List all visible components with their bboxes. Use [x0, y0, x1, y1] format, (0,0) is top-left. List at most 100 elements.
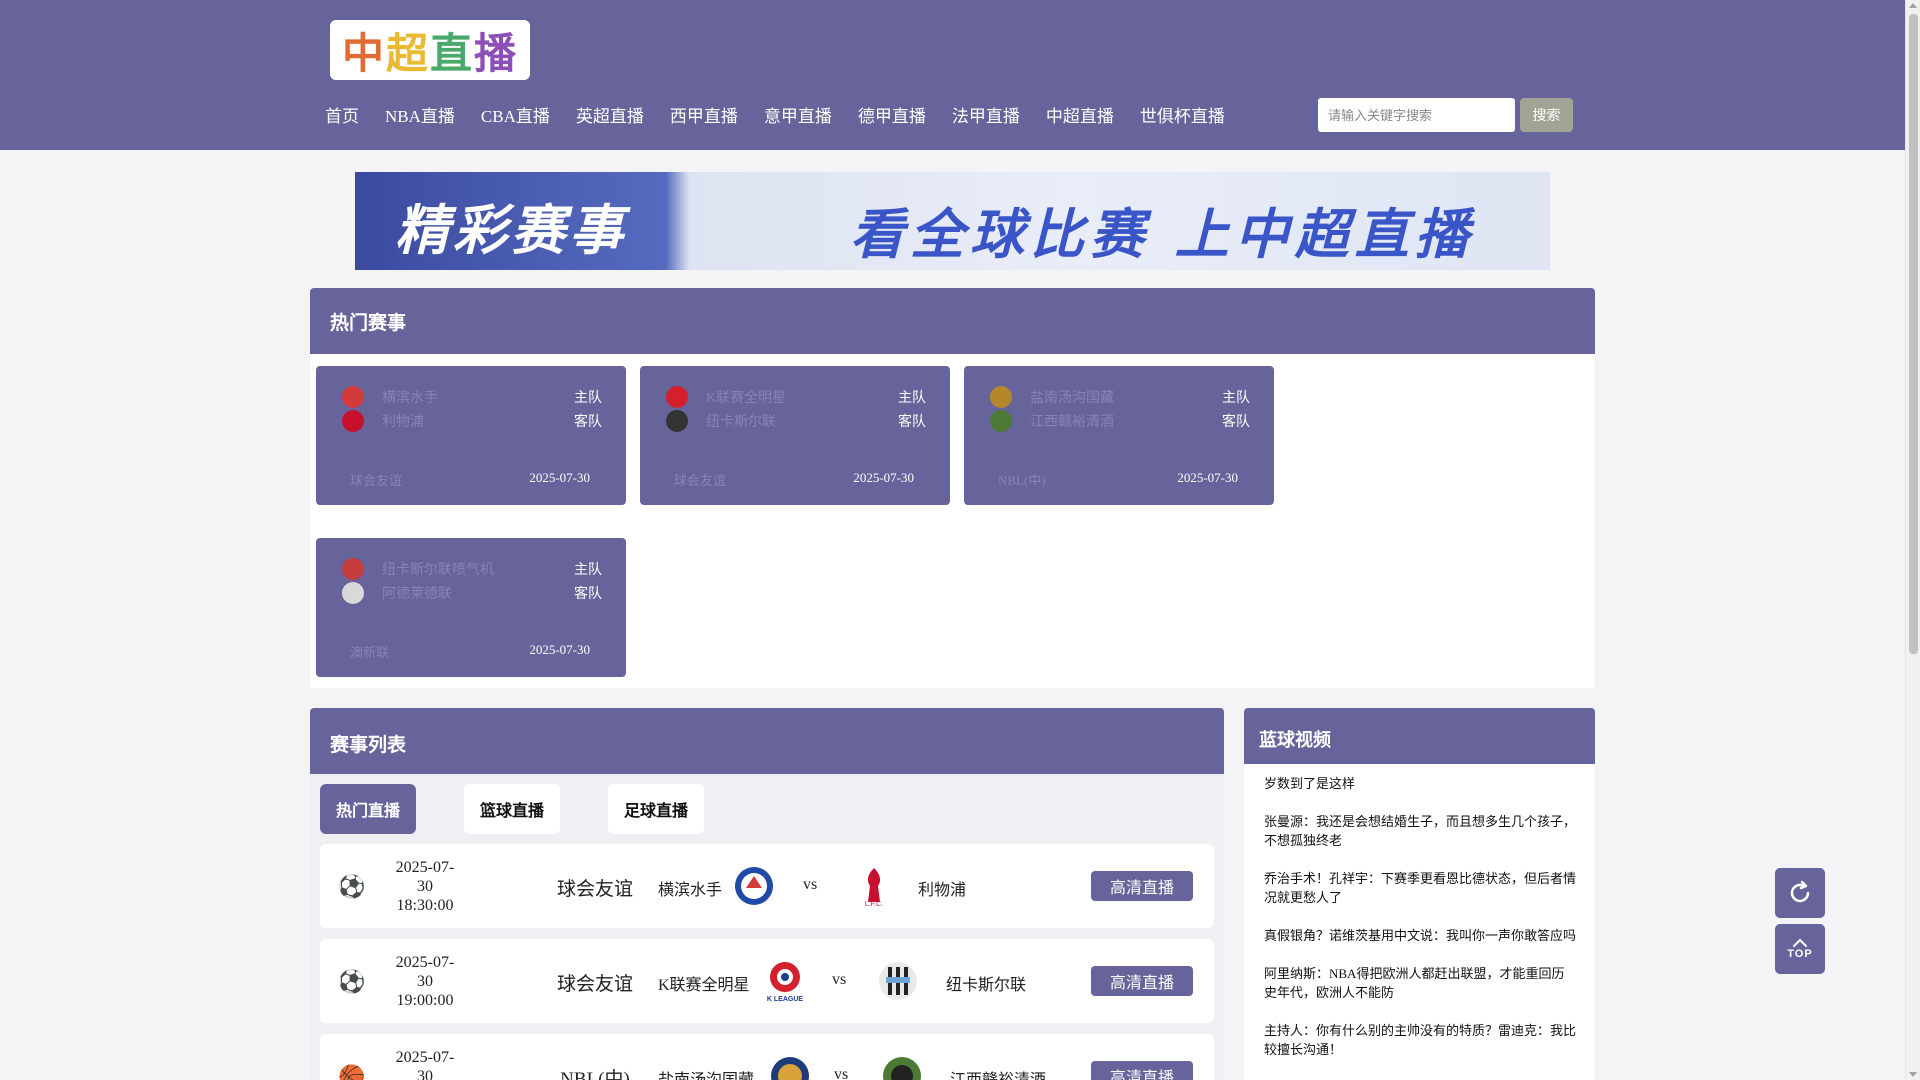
video-link[interactable]: 阿里纳斯：NBA得把欧洲人都赶出联盟，才能重回历史年代，欧洲人不能防 [1264, 964, 1577, 1002]
away-team-row: 利物浦 客队 [342, 410, 602, 432]
tab-basketball-live[interactable]: 篮球直播 [464, 784, 560, 834]
scroll-down-arrow-icon[interactable] [1909, 1072, 1917, 1077]
nav-item-seriea[interactable]: 意甲直播 [751, 104, 845, 130]
video-sidebar-header: 蓝球视频 [1244, 708, 1595, 764]
nav-item-csl[interactable]: 中超直播 [1033, 104, 1127, 130]
back-to-top-button[interactable]: TOP [1775, 924, 1825, 974]
match-day-line: 30 [417, 1068, 433, 1080]
match-date-line: 2025-07- [395, 954, 455, 971]
away-role-label: 客队 [898, 415, 926, 430]
nav-item-clubwc[interactable]: 世俱杯直播 [1127, 104, 1238, 130]
search-button[interactable]: 搜索 [1520, 98, 1573, 132]
refresh-button[interactable] [1775, 868, 1825, 918]
logo-char: 直 [430, 28, 475, 78]
scroll-up-arrow-icon[interactable] [1909, 3, 1917, 8]
team-logo-icon [342, 410, 364, 432]
match-time-line: 18:30:00 [396, 897, 454, 914]
league-name: 澳新联 [350, 645, 390, 660]
away-team-name: 江西赣裕清酒 [950, 1066, 1046, 1080]
match-datetime: 2025-07- 30 19:00:00 [370, 953, 480, 1010]
hot-events-title: 热门赛事 [330, 313, 407, 334]
video-sidebar-title: 蓝球视频 [1259, 730, 1331, 750]
hd-live-button[interactable]: 高清直播 [1091, 871, 1193, 901]
video-link[interactable]: 主持人：你有什么别的主帅没有的特质？雷迪克：我比较擅长沟通！ [1264, 1021, 1577, 1059]
search-input[interactable] [1318, 98, 1515, 132]
basketball-icon: 🏀 [338, 1064, 366, 1080]
away-team-name: 纽卡斯尔联 [706, 415, 776, 430]
away-team-logo-icon: L.F.C. [865, 868, 883, 908]
league-name: 球会友谊 [350, 473, 403, 488]
home-team-logo-icon: K LEAGUE [767, 962, 804, 1003]
team-logo-icon [990, 410, 1012, 432]
match-date: 2025-07-30 [529, 642, 590, 657]
home-role-label: 主队 [898, 391, 926, 406]
nav-item-laliga[interactable]: 西甲直播 [657, 104, 751, 130]
nav-item-bundesliga[interactable]: 德甲直播 [845, 104, 939, 130]
home-role-label: 主队 [574, 563, 602, 578]
banner-left-text: 精彩赛事 [395, 199, 627, 262]
tab-football-live[interactable]: 足球直播 [608, 784, 704, 834]
away-role-label: 客队 [574, 415, 602, 430]
nav-item-cba[interactable]: CBA直播 [468, 104, 563, 130]
home-role-label: 主队 [1222, 391, 1250, 406]
match-meta: 球会友谊 2025-07-30 [674, 470, 914, 489]
home-team-row: 横滨水手 主队 [342, 386, 602, 408]
scrollbar-thumb[interactable] [1909, 14, 1918, 654]
video-link[interactable]: 乔治手术！孔祥宇：下赛季更看恩比德状态，但后者情况就更愁人了 [1264, 869, 1577, 907]
top-label: TOP [1787, 948, 1813, 960]
team-logo-icon [342, 558, 364, 580]
home-team-name: 盐南汤沟国藏 [1030, 391, 1114, 406]
league-name: NBL(中) [998, 473, 1046, 488]
hot-match-card[interactable]: 盐南汤沟国藏 主队 江西赣裕清酒 客队 NBL(中) 2025-07-30 [964, 366, 1274, 505]
match-row[interactable]: ⚽ 2025-07- 30 18:30:00 球会友谊 横滨水手 vs L.F.… [320, 844, 1214, 928]
video-link[interactable]: 张曼源：我还是会想结婚生子，而且想多生几个孩子，不想孤独终老 [1264, 812, 1577, 850]
hot-match-card[interactable]: K联赛全明星 主队 纽卡斯尔联 客队 球会友谊 2025-07-30 [640, 366, 950, 505]
match-meta: 澳新联 2025-07-30 [350, 642, 590, 661]
tab-hot-live[interactable]: 热门直播 [320, 784, 416, 834]
league-name: 球会友谊 [674, 473, 727, 488]
match-list-header: 赛事列表 [310, 708, 1224, 774]
match-day-line: 30 [417, 878, 433, 895]
video-link[interactable]: 真假银角？诺维茨基用中文说：我叫你一声你敢答应吗 [1264, 926, 1577, 945]
svg-text:K LEAGUE: K LEAGUE [767, 996, 804, 1003]
team-logo-icon [342, 386, 364, 408]
match-date-line: 2025-07- [395, 1049, 455, 1066]
versus-label: vs [803, 876, 818, 893]
team-logo-icon [666, 410, 688, 432]
promo-banner[interactable]: 精彩赛事 看全球比赛 上中超直播 [355, 172, 1550, 270]
match-date-line: 2025-07- [395, 859, 455, 876]
nav-item-home[interactable]: 首页 [312, 104, 372, 130]
nav-item-ligue1[interactable]: 法甲直播 [939, 104, 1033, 130]
video-list: 岁数到了是这样 张曼源：我还是会想结婚生子，而且想多生几个孩子，不想孤独终老 乔… [1244, 764, 1595, 1059]
site-header: 中 超 直 播 首页 NBA直播 CBA直播 英超直播 西甲直播 意甲直播 德甲… [0, 0, 1905, 150]
hd-live-button[interactable]: 高清直播 [1091, 966, 1193, 996]
video-link[interactable]: 岁数到了是这样 [1264, 774, 1577, 793]
hot-match-card[interactable]: 横滨水手 主队 利物浦 客队 球会友谊 2025-07-30 [316, 366, 626, 505]
hd-live-button[interactable]: 高清直播 [1091, 1061, 1193, 1080]
logo-char: 中 [341, 28, 386, 78]
home-team-logo-icon [735, 867, 773, 905]
away-team-row: 纽卡斯尔联 客队 [666, 410, 926, 432]
team-logo-icon [342, 582, 364, 604]
home-role-label: 主队 [574, 391, 602, 406]
hot-match-card[interactable]: 纽卡斯尔联喷气机 主队 阿德莱德联 客队 澳新联 2025-07-30 [316, 538, 626, 677]
match-row[interactable]: 🏀 2025-07- 30 NBL(中) 盐南汤沟国藏 vs 江西赣裕清酒 高清… [320, 1034, 1214, 1080]
home-team-name: 盐南汤沟国藏 [658, 1066, 754, 1080]
away-role-label: 客队 [574, 587, 602, 602]
match-meta: 球会友谊 2025-07-30 [350, 470, 590, 489]
site-logo[interactable]: 中 超 直 播 [330, 20, 530, 80]
refresh-icon [1790, 880, 1810, 903]
nav-item-epl[interactable]: 英超直播 [563, 104, 657, 130]
hot-events-panel: 横滨水手 主队 利物浦 客队 球会友谊 2025-07-30 K联赛全明星 主队… [310, 354, 1595, 688]
soccer-ball-icon: ⚽ [338, 874, 366, 899]
match-datetime: 2025-07- 30 18:30:00 [370, 858, 480, 915]
banner-right-text: 看全球比赛 上中超直播 [850, 203, 1475, 266]
page-scrollbar[interactable] [1905, 0, 1920, 1080]
match-row[interactable]: ⚽ 2025-07- 30 19:00:00 球会友谊 K联赛全明星 K LEA… [320, 939, 1214, 1023]
away-team-logo-icon [883, 1057, 921, 1080]
svg-text:L.F.C.: L.F.C. [865, 901, 883, 908]
match-day-line: 30 [417, 973, 433, 990]
home-team-name: K联赛全明星 [658, 977, 750, 994]
team-logo-icon [666, 386, 688, 408]
nav-item-nba[interactable]: NBA直播 [372, 104, 468, 130]
